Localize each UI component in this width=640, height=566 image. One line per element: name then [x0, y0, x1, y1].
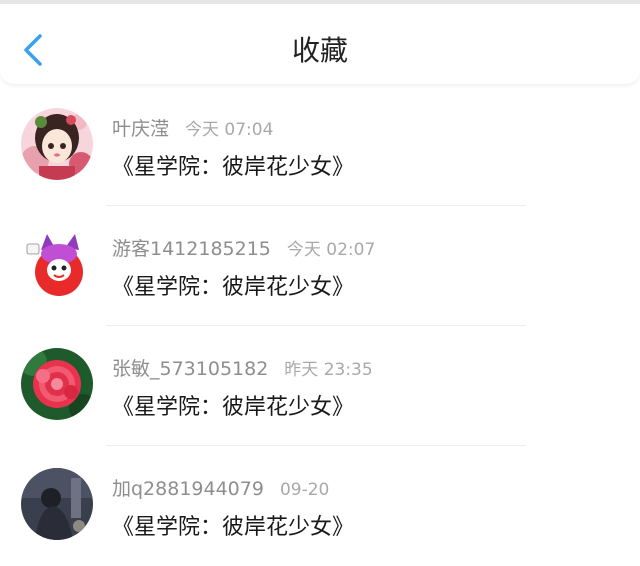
username[interactable]: 张敏_573105182 [112, 358, 268, 380]
avatar[interactable] [21, 348, 93, 420]
avatar[interactable] [21, 108, 93, 180]
item-meta: 游客1412185215 今天 02:07 [112, 234, 375, 260]
list-item[interactable]: 叶庆滢 今天 07:04 《星学院：彼岸花少女》 [0, 86, 640, 206]
username[interactable]: 加q2881944079 [112, 478, 264, 500]
item-meta: 加q2881944079 09-20 [112, 474, 329, 500]
book-title[interactable]: 《星学院：彼岸花少女》 [112, 149, 354, 181]
username[interactable]: 游客1412185215 [112, 238, 271, 260]
list-item[interactable]: 游客1412185215 今天 02:07 《星学院：彼岸花少女》 [0, 206, 640, 326]
book-title[interactable]: 《星学院：彼岸花少女》 [112, 389, 354, 421]
item-meta: 叶庆滢 今天 07:04 [112, 114, 273, 140]
timestamp: 09-20 [279, 480, 330, 500]
username[interactable]: 叶庆滢 [112, 118, 169, 140]
timestamp: 今天 02:07 [286, 240, 376, 260]
favorites-list: 叶庆滢 今天 07:04 《星学院：彼岸花少女》 游客1412185215 今天 0… [0, 86, 640, 566]
timestamp: 昨天 23:35 [284, 360, 373, 380]
book-title[interactable]: 《星学院：彼岸花少女》 [112, 269, 354, 301]
list-item[interactable]: 加q2881944079 09-20 《星学院：彼岸花少女》 [0, 446, 640, 566]
book-title[interactable]: 《星学院：彼岸花少女》 [112, 509, 354, 541]
timestamp: 今天 07:04 [185, 120, 274, 140]
avatar[interactable] [21, 468, 93, 540]
list-item[interactable]: 张敏_573105182 昨天 23:35 《星学院：彼岸花少女》 [0, 326, 640, 446]
avatar[interactable] [21, 228, 93, 300]
page-title: 收藏 [291, 34, 348, 67]
top-bar: 收藏 [0, 4, 640, 84]
item-meta: 张敏_573105182 昨天 23:35 [112, 354, 373, 380]
